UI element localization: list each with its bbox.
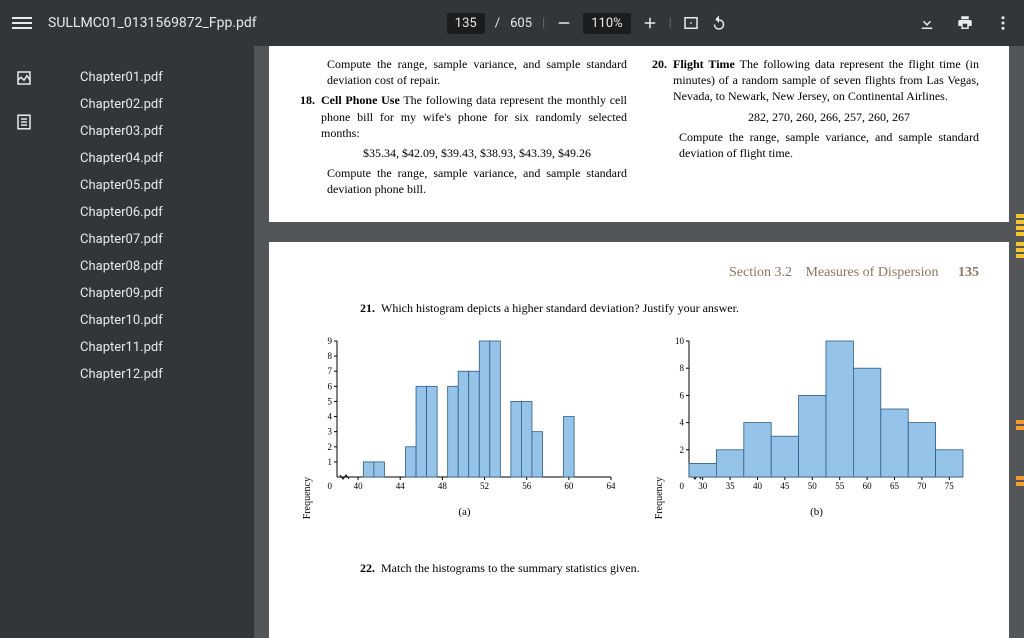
- rotate-button[interactable]: [710, 14, 728, 32]
- svg-text:5: 5: [327, 396, 332, 406]
- chart-ylabel: Frequency: [651, 447, 667, 519]
- problem-body: Which histogram depicts a higher standar…: [381, 300, 739, 316]
- svg-text:1: 1: [327, 456, 332, 466]
- histogram-b: 2 4 6 8 10 30 35 40 45 50 55 60 65 70 75 0: [667, 335, 967, 495]
- svg-text:75: 75: [944, 481, 954, 491]
- zoom-out-button[interactable]: [555, 14, 573, 32]
- histogram-a: 123456789404448525660640: [315, 335, 615, 495]
- edge-thumb-marks: [1014, 92, 1024, 638]
- svg-text:35: 35: [725, 481, 735, 491]
- charts-row: Frequency 123456789404448525660640 (a) F…: [299, 335, 979, 520]
- problem-data: 282, 270, 260, 266, 257, 260, 267: [679, 109, 979, 125]
- outline-tab[interactable]: [0, 100, 48, 144]
- problem-number: 18.: [299, 92, 321, 141]
- svg-text:70: 70: [917, 481, 927, 491]
- problem-body: Match the histograms to the summary stat…: [381, 560, 640, 576]
- download-button[interactable]: [918, 14, 936, 32]
- svg-text:4: 4: [679, 417, 684, 427]
- bookmark-item[interactable]: Chapter09.pdf: [76, 280, 246, 307]
- svg-text:6: 6: [679, 390, 684, 400]
- svg-text:10: 10: [675, 336, 685, 346]
- problem-17-tail: Compute the range, sample variance, and …: [327, 56, 627, 88]
- bookmark-item[interactable]: Chapter05.pdf: [76, 172, 246, 199]
- menu-icon[interactable]: [12, 14, 32, 32]
- pdf-page: Compute the range, sample variance, and …: [269, 46, 1009, 222]
- svg-text:52: 52: [480, 481, 489, 491]
- bookmark-item[interactable]: Chapter10.pdf: [76, 307, 246, 334]
- svg-text:2: 2: [679, 444, 684, 454]
- bookmark-item[interactable]: Chapter01.pdf: [76, 64, 246, 91]
- problem-tail: Compute the range, sample variance, and …: [327, 165, 627, 197]
- svg-text:7: 7: [327, 366, 332, 376]
- svg-text:0: 0: [679, 481, 684, 491]
- sidebar: Chapter01.pdf Chapter02.pdf Chapter03.pd…: [0, 46, 254, 638]
- chart-caption: (b): [667, 505, 967, 520]
- pdf-viewport[interactable]: Compute the range, sample variance, and …: [254, 46, 1024, 638]
- svg-text:4: 4: [327, 411, 332, 421]
- svg-text:45: 45: [780, 481, 790, 491]
- svg-text:0: 0: [327, 481, 332, 491]
- svg-text:50: 50: [807, 481, 817, 491]
- svg-text:40: 40: [353, 481, 363, 491]
- zoom-level-input[interactable]: 110%: [583, 13, 630, 34]
- svg-text:48: 48: [437, 481, 447, 491]
- page-separator: /: [495, 16, 500, 31]
- bookmark-item[interactable]: Chapter03.pdf: [76, 118, 246, 145]
- svg-text:60: 60: [564, 481, 574, 491]
- pdf-toolbar: SULLMC01_0131569872_Fpp.pdf 135 / 605 | …: [0, 0, 1024, 46]
- bookmark-item[interactable]: Chapter04.pdf: [76, 145, 246, 172]
- chart-caption: (a): [315, 505, 615, 520]
- running-header: Section 3.2 Measures of Dispersion 135: [299, 264, 979, 283]
- fit-page-button[interactable]: [682, 14, 700, 32]
- problem-number: 22.: [359, 560, 381, 576]
- svg-text:2: 2: [327, 441, 332, 451]
- svg-text:55: 55: [835, 481, 845, 491]
- thumbnails-tab[interactable]: [0, 56, 48, 100]
- print-button[interactable]: [956, 14, 974, 32]
- bookmark-item[interactable]: Chapter02.pdf: [76, 91, 246, 118]
- svg-text:60: 60: [862, 481, 872, 491]
- problem-data: $35.34, $42.09, $39.43, $38.93, $43.39, …: [327, 145, 627, 161]
- svg-text:44: 44: [395, 481, 405, 491]
- bookmark-item[interactable]: Chapter12.pdf: [76, 361, 246, 388]
- svg-text:64: 64: [606, 481, 615, 491]
- svg-text:56: 56: [522, 481, 532, 491]
- svg-text:40: 40: [753, 481, 763, 491]
- bookmark-item[interactable]: Chapter06.pdf: [76, 199, 246, 226]
- problem-title: Cell Phone Use: [321, 93, 400, 107]
- page-total: 605: [510, 16, 532, 31]
- zoom-in-button[interactable]: [641, 14, 659, 32]
- bookmark-list: Chapter01.pdf Chapter02.pdf Chapter03.pd…: [48, 56, 254, 396]
- problem-tail: Compute the range, sample variance, and …: [679, 129, 979, 161]
- more-options-button[interactable]: [994, 14, 1012, 32]
- pdf-page: Section 3.2 Measures of Dispersion 135 2…: [269, 242, 1009, 638]
- svg-text:9: 9: [327, 336, 332, 346]
- svg-text:6: 6: [327, 381, 332, 391]
- svg-text:3: 3: [327, 426, 332, 436]
- document-filename: SULLMC01_0131569872_Fpp.pdf: [48, 15, 257, 31]
- chart-ylabel: Frequency: [299, 447, 315, 519]
- svg-text:30: 30: [698, 481, 708, 491]
- bookmark-item[interactable]: Chapter07.pdf: [76, 226, 246, 253]
- problem-number: 20.: [651, 56, 673, 105]
- svg-text:65: 65: [890, 481, 900, 491]
- problem-number: 21.: [359, 300, 381, 316]
- svg-text:8: 8: [327, 351, 332, 361]
- problem-title: Flight Time: [673, 57, 735, 71]
- page-number-input[interactable]: 135: [447, 13, 485, 34]
- bookmark-item[interactable]: Chapter11.pdf: [76, 334, 246, 361]
- svg-text:8: 8: [679, 363, 684, 373]
- bookmark-item[interactable]: Chapter08.pdf: [76, 253, 246, 280]
